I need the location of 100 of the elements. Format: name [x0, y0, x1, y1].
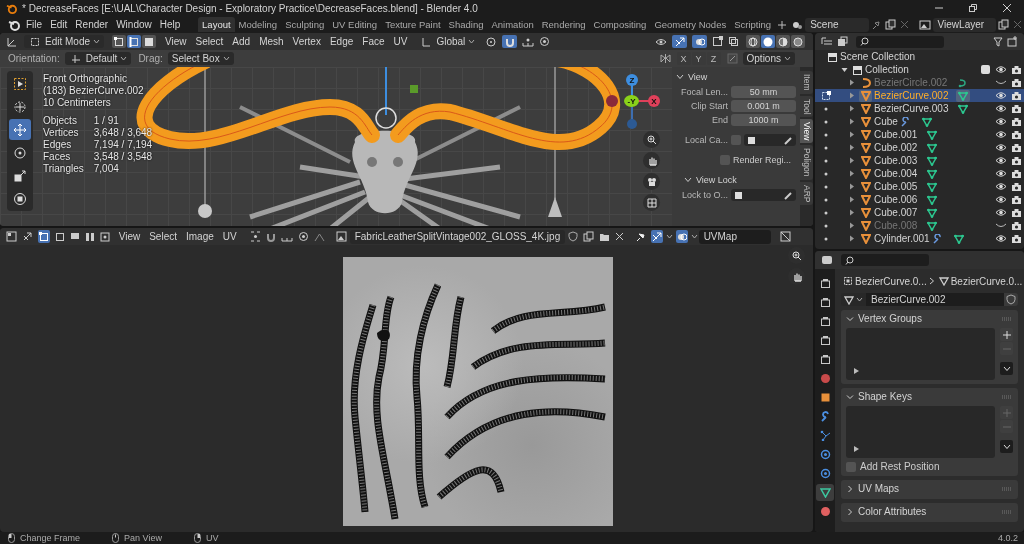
- object-name[interactable]: Cube.007: [874, 207, 918, 218]
- menu-item[interactable]: Image: [182, 229, 218, 244]
- menu-item[interactable]: Render: [71, 17, 113, 32]
- viewport-info-text: 10 Centimeters: [43, 97, 112, 109]
- outliner-row[interactable]: BezierCurve.002: [815, 89, 1024, 102]
- object-name[interactable]: Cube.003: [874, 155, 918, 166]
- stat-label: Faces: [43, 151, 72, 163]
- data-name-field[interactable]: BezierCurve.002: [866, 293, 1004, 306]
- outliner-row[interactable]: Cube.007: [815, 206, 1024, 219]
- stat-value: 7,194 / 7,194: [93, 139, 153, 151]
- workspace-tab[interactable]: Geometry Nodes: [650, 17, 731, 32]
- field-label: End: [711, 115, 728, 125]
- collection-name[interactable]: Collection: [865, 64, 909, 75]
- menu-item[interactable]: Edge: [325, 34, 358, 49]
- workspace-tab[interactable]: Shading: [444, 17, 488, 32]
- panel-title[interactable]: Vertex Groups: [858, 313, 922, 324]
- menu-item[interactable]: View: [114, 229, 145, 244]
- y-axis-handle[interactable]: -Y: [624, 95, 639, 107]
- transform-orientation-dropdown[interactable]: Global: [415, 35, 480, 48]
- workspace-tab[interactable]: Modeling: [234, 17, 282, 32]
- stat-label: Objects: [43, 115, 78, 127]
- orientation-dropdown[interactable]: Default: [64, 52, 132, 65]
- status-hint: UV: [205, 533, 219, 543]
- object-name[interactable]: Cube: [874, 116, 898, 127]
- object-name[interactable]: Cube.004: [874, 168, 918, 179]
- window-title: * DecreaseFaces [E:\UAL\Character Design - Exploratory Practice\DecreaseFaces.blend] - Blender 4.0: [22, 2, 478, 14]
- viewport-info-text: (183) BezierCurve.002: [43, 85, 145, 97]
- menu-item[interactable]: View: [161, 34, 191, 49]
- panel-title[interactable]: Color Attributes: [858, 506, 927, 517]
- menu-item[interactable]: Select: [145, 229, 181, 244]
- workspace-tab[interactable]: Rendering: [537, 17, 590, 32]
- panel-title: View Lock: [696, 174, 737, 185]
- outliner-row[interactable]: Cylinder.001: [815, 232, 1024, 245]
- object-name[interactable]: Cylinder.001: [874, 233, 930, 244]
- orientation-label: Orientation:: [8, 53, 60, 64]
- breadcrumb-item[interactable]: BezierCurve.0...: [950, 275, 1023, 287]
- object-name[interactable]: Cube.006: [874, 194, 918, 205]
- menu-item[interactable]: UV: [218, 229, 241, 244]
- view-layer-field[interactable]: ViewLayer: [932, 17, 996, 32]
- options-dropdown[interactable]: Options: [742, 52, 795, 65]
- menu-item[interactable]: Face: [358, 34, 389, 49]
- outliner-row[interactable]: Cube.006: [815, 193, 1024, 206]
- z-axis-handle[interactable]: Z: [626, 74, 638, 86]
- menu-item[interactable]: Help: [155, 17, 185, 32]
- stat-value: 7,004: [93, 163, 120, 175]
- drag-label: Drag:: [138, 53, 163, 64]
- menu-item[interactable]: Vertex: [288, 34, 325, 49]
- outliner-row[interactable]: BezierCurve.003: [815, 102, 1024, 115]
- x-axis-handle[interactable]: X: [648, 95, 660, 107]
- object-name[interactable]: BezierCurve.002: [874, 90, 949, 101]
- menu-item[interactable]: Select: [191, 34, 228, 49]
- sidebar-tab[interactable]: Tool: [800, 95, 813, 118]
- outliner-row[interactable]: Cube.003: [815, 154, 1024, 167]
- sidebar-tab[interactable]: ARP: [800, 181, 813, 206]
- outliner-row[interactable]: Cube.002: [815, 141, 1024, 154]
- scene-collection-label[interactable]: Scene Collection: [840, 51, 916, 62]
- mode-dropdown[interactable]: Edit Mode: [24, 35, 105, 48]
- outliner-row[interactable]: Cube.005: [815, 180, 1024, 193]
- menu-item[interactable]: Mesh: [255, 34, 288, 49]
- menu-item[interactable]: Window: [112, 17, 156, 32]
- workspace-tab[interactable]: Scripting: [730, 17, 776, 32]
- menu-item[interactable]: Edit: [46, 17, 72, 32]
- version-text: 4.0.2: [997, 533, 1018, 543]
- number-field[interactable]: 50 mm: [731, 86, 796, 98]
- outliner-row[interactable]: Cube.001: [815, 128, 1024, 141]
- stat-label: Vertices: [43, 127, 80, 139]
- sidebar-tab[interactable]: Poligon: [800, 145, 813, 180]
- object-name[interactable]: Cube.005: [874, 181, 918, 192]
- stat-value: 3,548 / 3,548: [93, 151, 153, 163]
- workspace-tab[interactable]: Compositing: [589, 17, 651, 32]
- panel-title[interactable]: UV Maps: [858, 483, 900, 494]
- sidebar-tab[interactable]: Item: [800, 71, 813, 94]
- object-name[interactable]: Cube.002: [874, 142, 918, 153]
- image-name-field[interactable]: FabricLeatherSplitVintage002_GLOSS_4K.jpg: [349, 229, 566, 244]
- panel-title[interactable]: Shape Keys: [858, 391, 912, 402]
- field-label: Focal Len...: [679, 87, 728, 97]
- stat-value: 1 / 91: [93, 115, 120, 127]
- scene-field[interactable]: Scene: [805, 17, 869, 32]
- workspace-tab[interactable]: UV Editing: [328, 17, 382, 32]
- menu-item[interactable]: UV: [389, 34, 412, 49]
- outliner-row[interactable]: Cube.004: [815, 167, 1024, 180]
- workspace-tab[interactable]: Animation: [487, 17, 538, 32]
- field-label: Lock to O...: [680, 190, 728, 200]
- number-field[interactable]: 1000 m: [731, 114, 796, 126]
- field-label: Clip Start: [690, 101, 728, 111]
- number-field[interactable]: 0.001 m: [731, 100, 796, 112]
- object-name[interactable]: BezierCurve.003: [874, 103, 949, 114]
- object-name[interactable]: Cube.001: [874, 129, 918, 140]
- breadcrumb-item[interactable]: BezierCurve.0...: [855, 275, 927, 287]
- workspace-tab[interactable]: Layout: [198, 17, 235, 32]
- uv-map-field[interactable]: UVMap: [698, 229, 771, 244]
- viewport-info-text: Front Orthographic: [43, 73, 128, 85]
- workspace-tab[interactable]: Texture Paint: [381, 17, 445, 32]
- sidebar-tab[interactable]: View: [800, 119, 813, 144]
- drag-dropdown[interactable]: Select Box: [167, 52, 234, 65]
- menu-item[interactable]: Add: [228, 34, 255, 49]
- workspace-tab[interactable]: Sculpting: [281, 17, 329, 32]
- outliner-row[interactable]: Cube: [815, 115, 1024, 128]
- menu-item[interactable]: File: [22, 17, 47, 32]
- panel-title: View: [688, 71, 708, 82]
